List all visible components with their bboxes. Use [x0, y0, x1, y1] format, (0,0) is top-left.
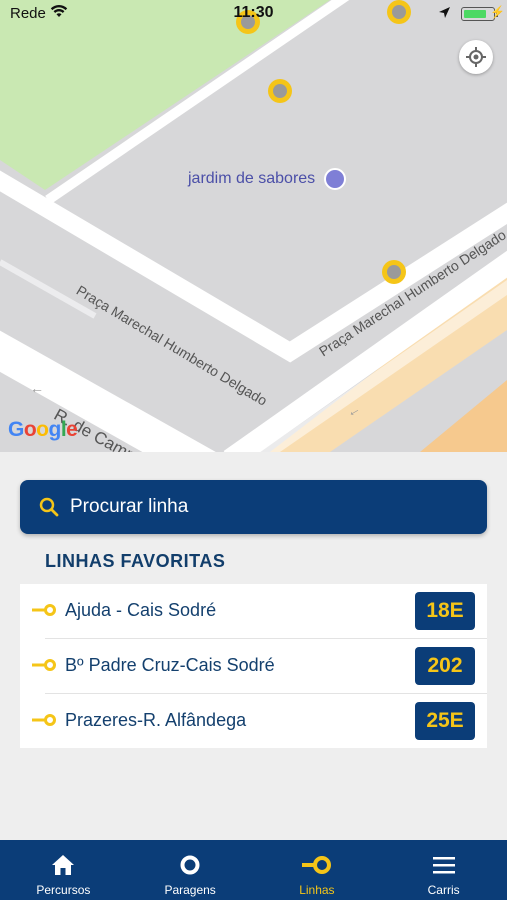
home-icon: [51, 852, 75, 878]
line-name: Bº Padre Cruz-Cais Sodré: [65, 655, 275, 675]
search-line-field[interactable]: Procurar linha: [20, 480, 487, 534]
line-name: Ajuda - Cais Sodré: [65, 600, 217, 620]
favorite-line-row[interactable]: Bº Padre Cruz-Cais Sodré 202: [20, 639, 487, 694]
favorite-line-row[interactable]: Prazeres-R. Alfândega 25E: [20, 694, 487, 749]
line-icon: [301, 852, 332, 878]
shopping-bag-icon[interactable]: [324, 168, 346, 190]
charging-icon: ⚡: [490, 5, 505, 19]
tab-paragens[interactable]: Paragens: [127, 840, 254, 900]
line-number-badge: 18E: [415, 592, 475, 630]
line-icon: [32, 714, 56, 726]
tab-linhas[interactable]: Linhas: [254, 840, 381, 900]
stop-circle-icon: [179, 852, 201, 878]
line-number-badge: 25E: [415, 702, 475, 740]
map-view[interactable]: Praça Marechal Humberto Delgado Praça Ma…: [0, 0, 507, 452]
search-placeholder: Procurar linha: [70, 496, 189, 517]
favorites-heading: LINHAS FAVORITAS: [45, 551, 226, 571]
line-number-badge: 202: [415, 647, 475, 685]
search-icon: [39, 497, 59, 517]
line-icon: [32, 604, 56, 616]
tab-percursos[interactable]: Percursos: [0, 840, 127, 900]
arrow-left-icon: ←: [30, 380, 44, 396]
location-arrow-icon: [438, 6, 451, 24]
menu-icon: [432, 852, 456, 878]
clock: 11:30: [233, 4, 274, 21]
tab-bar: Percursos Paragens Linhas Carris: [0, 840, 507, 900]
line-name: Prazeres-R. Alfândega: [65, 710, 247, 730]
favorite-line-row[interactable]: Ajuda - Cais Sodré 18E: [20, 584, 487, 639]
status-bar: Rede 11:30 ⚡: [0, 0, 507, 28]
tab-label: Percursos: [36, 883, 91, 897]
tab-label: Carris: [427, 883, 460, 897]
tab-label: Paragens: [164, 883, 216, 897]
tab-label: Linhas: [299, 883, 335, 897]
google-logo: Google: [8, 418, 78, 441]
poi-label[interactable]: jardim de sabores: [188, 170, 315, 188]
favorites-list: Ajuda - Cais Sodré 18E Bº Padre Cruz-Cai…: [20, 584, 487, 748]
stop-marker[interactable]: [268, 79, 292, 103]
stop-marker[interactable]: [382, 260, 406, 284]
tab-carris[interactable]: Carris: [380, 840, 507, 900]
my-location-button[interactable]: [459, 40, 493, 74]
crosshair-icon: [466, 47, 486, 67]
line-icon: [32, 659, 56, 671]
